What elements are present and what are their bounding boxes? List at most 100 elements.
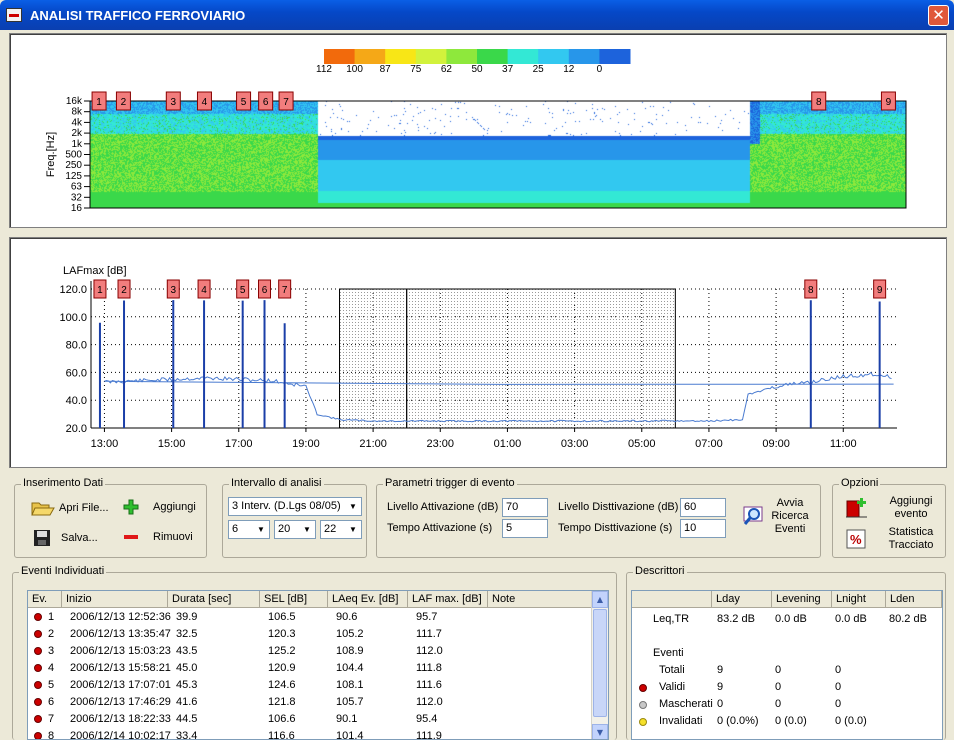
events-cell-1: 2006/12/13 12:52:36 xyxy=(70,611,171,623)
events-cell-3: 106.6 xyxy=(268,713,296,725)
events-cell-5: 112.0 xyxy=(416,696,443,708)
scale-label: 87 xyxy=(380,64,392,75)
events-cell-1: 2006/12/13 15:58:21 xyxy=(70,662,171,674)
events-cell-5: 111.7 xyxy=(416,628,442,640)
events-col-5[interactable]: LAF max. [dB] xyxy=(408,591,488,608)
interval-mode-select[interactable]: 3 Interv. (D.Lgs 08/05) ▼ xyxy=(228,497,362,516)
att-time-input[interactable]: 5 xyxy=(502,519,548,538)
events-cell-4: 105.7 xyxy=(336,696,364,708)
add-button[interactable]: Aggiungi xyxy=(123,499,196,515)
events-col-3[interactable]: SEL [dB] xyxy=(260,591,328,608)
att-level-label: Livello Attivazione (dB) xyxy=(387,501,499,513)
mascherati-levening: 0 xyxy=(775,698,782,710)
interval-start-select[interactable]: 6 ▼ xyxy=(228,520,270,539)
table-row[interactable]: 3 2006/12/13 15:03:23 43.5 125.2 108.9 112.0 xyxy=(28,643,608,660)
magnifier-icon xyxy=(743,506,763,525)
descriptors-table: Lday Levening Lnight Lden Leq,TR 83.2 dB… xyxy=(631,590,943,740)
freq-tick-label: 1k xyxy=(71,139,83,150)
events-col-2[interactable]: Durata [sec] xyxy=(168,591,260,608)
events-cell-1: 2006/12/13 18:22:33 xyxy=(70,713,171,725)
eventi-legend: Eventi Individuati xyxy=(19,565,107,577)
open-file-button[interactable]: Apri File... xyxy=(31,499,109,517)
y-tick-label: 100.0 xyxy=(59,312,87,324)
table-row[interactable]: 5 2006/12/13 17:07:01 45.3 124.6 108.1 111.6 xyxy=(28,677,608,694)
freq-axis-label: Freq.[Hz] xyxy=(45,132,57,177)
add-event-label-1: Aggiungi xyxy=(889,495,933,507)
statistics-button[interactable]: % Statistica Tracciato xyxy=(845,526,943,554)
events-col-0[interactable]: Ev. xyxy=(28,591,62,608)
leq-lnight: 0.0 dB xyxy=(835,613,867,625)
save-label: Salva... xyxy=(61,532,98,544)
totali-label: Totali xyxy=(659,664,685,676)
inserimento-dati-legend: Inserimento Dati xyxy=(21,477,106,489)
event-status-icon xyxy=(34,732,42,739)
table-row[interactable]: 2 2006/12/13 13:35:47 32.5 120.3 105.2 111.7 xyxy=(28,626,608,643)
interval-end-select[interactable]: 22 ▼ xyxy=(320,520,362,539)
events-col-6[interactable]: Note xyxy=(488,591,594,608)
events-col-1[interactable]: Inizio xyxy=(62,591,168,608)
table-row[interactable]: 7 2006/12/13 18:22:33 44.5 106.6 90.1 95.4 xyxy=(28,711,608,728)
table-row[interactable]: 8 2006/12/14 10:02:17 33.4 116.6 101.4 111.9 xyxy=(28,728,608,740)
close-button[interactable]: ✕ xyxy=(928,5,949,26)
event-marker-label: 9 xyxy=(877,285,883,296)
chevron-down-icon: ▼ xyxy=(345,521,361,538)
totali-levening: 0 xyxy=(775,664,782,676)
chevron-down-icon: ▼ xyxy=(345,498,361,515)
events-cell-4: 108.1 xyxy=(336,679,364,691)
att-level-input[interactable]: 70 xyxy=(502,498,548,517)
y-tick-label: 60.0 xyxy=(66,367,87,379)
interval-mode-value: 3 Interv. (D.Lgs 08/05) xyxy=(232,500,341,512)
floppy-disk-icon xyxy=(34,530,50,546)
events-col-4[interactable]: LAeq Ev. [dB] xyxy=(328,591,408,608)
table-row[interactable]: 4 2006/12/13 15:58:21 45.0 120.9 104.4 111.8 xyxy=(28,660,608,677)
events-cell-0: 8 xyxy=(48,730,55,740)
event-status-icon xyxy=(34,664,42,672)
scale-label: 112 xyxy=(316,64,332,75)
scale-swatch xyxy=(599,49,631,64)
events-cell-3: 124.6 xyxy=(268,679,296,691)
events-cell-4: 90.1 xyxy=(336,713,358,725)
events-cell-1: 2006/12/13 17:46:29 xyxy=(70,696,171,708)
scale-swatch xyxy=(324,49,356,64)
freq-tick-label: 32 xyxy=(71,192,83,203)
deatt-level-input[interactable]: 60 xyxy=(680,498,726,517)
add-event-button[interactable]: Aggiungi evento xyxy=(845,495,943,523)
deatt-time-input[interactable]: 10 xyxy=(680,519,726,538)
lafmax-chart: LAFmax [dB] 120.0 100.0 80.0 60.0 40.0 20.0 13:… xyxy=(59,265,897,450)
scale-swatch xyxy=(538,49,570,64)
folder-open-icon xyxy=(31,502,55,516)
leq-levening: 0.0 dB xyxy=(775,613,807,625)
interval-start-value: 6 xyxy=(232,523,239,535)
intervallo-legend: Intervallo di analisi xyxy=(229,477,324,489)
scroll-down-button[interactable]: ▼ xyxy=(592,724,608,739)
scroll-thumb[interactable] xyxy=(593,609,607,717)
leq-lday: 83.2 dB xyxy=(717,613,755,625)
scroll-up-button[interactable]: ▲ xyxy=(592,591,608,608)
remove-button[interactable]: Rimuovi xyxy=(123,529,193,545)
scale-label: 100 xyxy=(346,64,363,75)
event-marker-label: 7 xyxy=(283,97,289,108)
statistics-label-2: Tracciato xyxy=(888,539,934,551)
events-cell-4: 108.9 xyxy=(336,645,364,657)
deatt-level-label: Livello Disttivazione (dB) xyxy=(558,501,679,513)
eventi-label: Eventi xyxy=(653,647,684,659)
mascherati-lday: 0 xyxy=(717,698,724,710)
events-cell-1: 2006/12/14 10:02:17 xyxy=(70,730,171,740)
scale-label: 62 xyxy=(441,64,453,75)
x-tick-label: 17:00 xyxy=(225,438,253,450)
spectrogram-image xyxy=(90,101,906,208)
vertical-scrollbar[interactable]: ▲ ▼ xyxy=(591,591,608,739)
table-row[interactable]: 1 2006/12/13 12:52:36 39.9 106.5 90.6 95.7 xyxy=(28,609,608,626)
interval-mid-select[interactable]: 20 ▼ xyxy=(274,520,316,539)
trigger-group: Parametri trigger di evento Livello Atti… xyxy=(376,477,821,558)
event-marker-label: 6 xyxy=(263,97,269,108)
events-cell-5: 112.0 xyxy=(416,645,443,657)
events-cell-5: 111.8 xyxy=(416,662,442,674)
save-button[interactable]: Salva... xyxy=(33,529,98,547)
invalidati-label: Invalidati xyxy=(659,715,703,727)
scale-label: 37 xyxy=(502,64,514,75)
x-tick-label: 21:00 xyxy=(359,438,387,450)
search-events-button[interactable]: Avvia Ricerca Eventi xyxy=(743,497,815,543)
events-cell-0: 5 xyxy=(48,679,55,691)
table-row[interactable]: 6 2006/12/13 17:46:29 41.6 121.8 105.7 112.0 xyxy=(28,694,608,711)
